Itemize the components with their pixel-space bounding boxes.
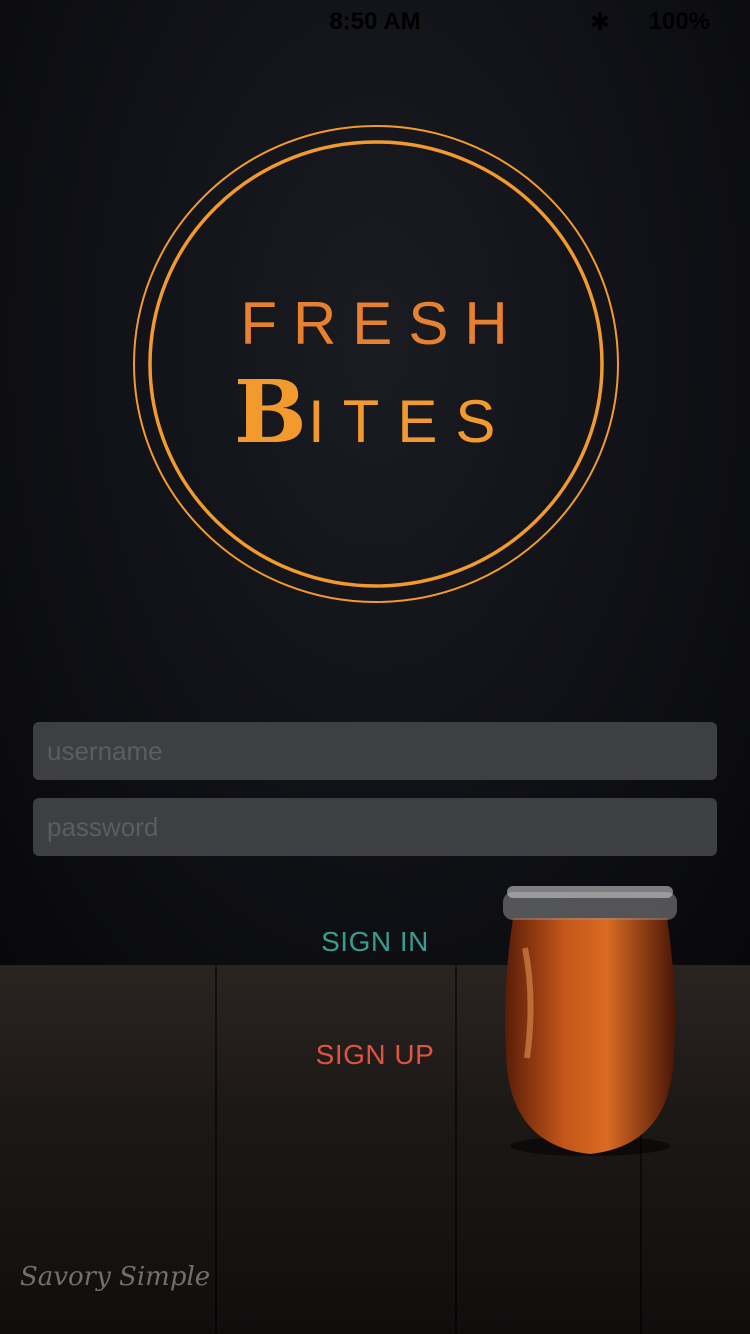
table-plank-seam	[455, 965, 457, 1334]
honey-jar-image	[503, 886, 677, 1156]
table-plank-seam	[215, 965, 217, 1334]
fresh-bites-logo: FRESH B ITES	[133, 125, 619, 603]
logo-letter-b: B	[234, 362, 307, 463]
bluetooth-icon: ✱	[589, 9, 610, 36]
status-time: 8:50 AM	[329, 8, 421, 35]
logo-word-fresh: FRESH	[240, 290, 523, 357]
photo-watermark: Savory Simple	[20, 1262, 211, 1292]
logo-word-ites: ITES	[308, 388, 513, 455]
battery-percent: 100%	[648, 8, 710, 35]
logo-outer-ring	[133, 125, 619, 603]
logo-inner-ring	[148, 140, 604, 588]
status-bar: 8:50 AM ✱ 100%	[0, 0, 750, 40]
password-field[interactable]	[33, 798, 717, 856]
username-field[interactable]	[33, 722, 717, 780]
